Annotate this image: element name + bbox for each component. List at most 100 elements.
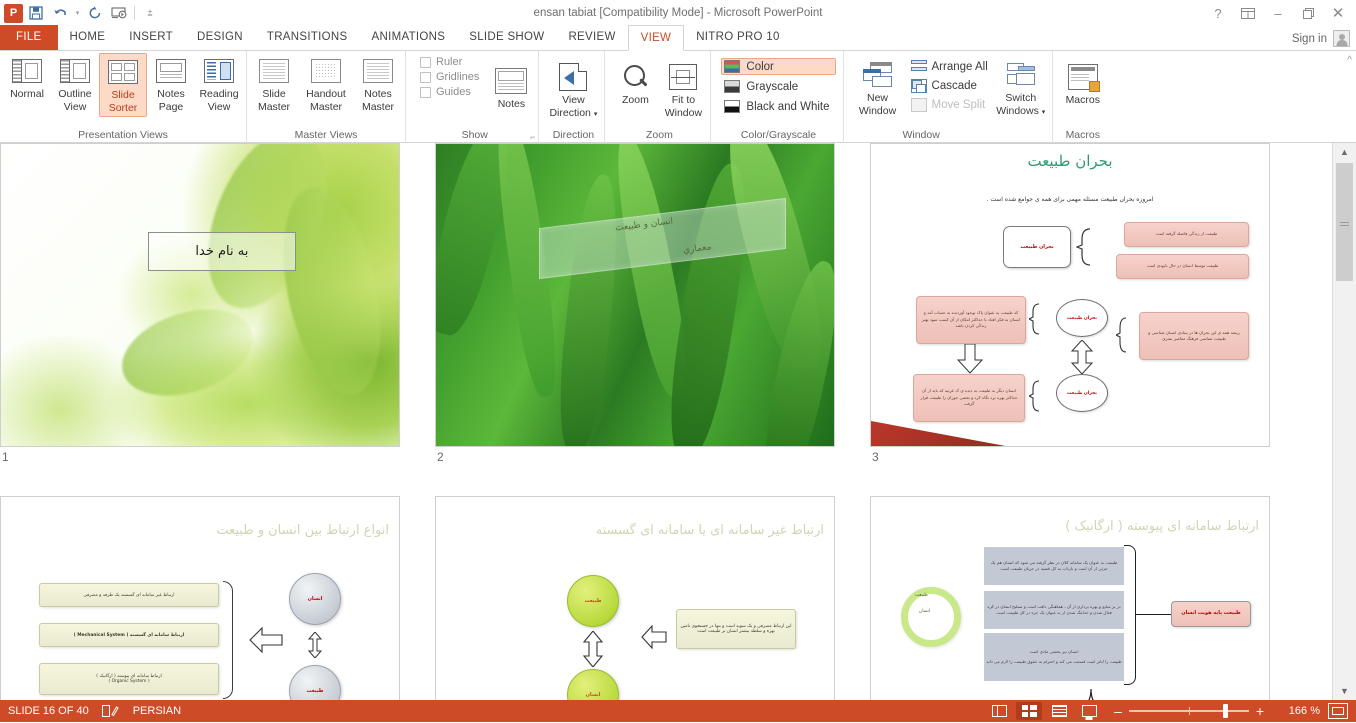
customize-quick-access-toolbar-icon[interactable]: ⩲	[139, 3, 161, 24]
slide-4-circle-nature-text: طبیعت	[306, 688, 324, 694]
slide-thumbnail-4[interactable]: انواع ارتباط بین انسان و طبیعت ارتباط غی…	[0, 496, 400, 700]
zoom-track[interactable]	[1129, 704, 1249, 718]
tab-nitro-pro-10[interactable]: NITRO PRO 10	[684, 25, 791, 50]
collapse-ribbon-icon[interactable]: ^	[1347, 55, 1352, 66]
slide-6-connector-line	[1136, 614, 1172, 616]
zoom-level-label[interactable]: 166 %	[1276, 705, 1320, 717]
scroll-down-button[interactable]: ▼	[1333, 682, 1356, 700]
reading-view-status-button[interactable]	[1046, 702, 1072, 720]
ruler-checkbox-row[interactable]: Ruler	[420, 56, 479, 68]
normal-view-button[interactable]: Normal	[3, 53, 51, 102]
tab-view[interactable]: VIEW	[627, 25, 685, 51]
slide-thumbnail-5[interactable]: ارتباط غیر سامانه ای یا سامانه ای گسسته …	[435, 496, 835, 700]
notes-master-button[interactable]: Notes Master	[354, 53, 402, 115]
slide-6-box-3: انسان نیز بخشی مادی است طبیعت را اباتر ا…	[984, 633, 1124, 681]
slide-2[interactable]: انسان و طبيعت معماري	[435, 143, 835, 447]
zoom-in-button[interactable]: +	[1254, 704, 1266, 718]
chevron-down-icon[interactable]: ▾	[594, 111, 598, 118]
slide-6-donut-inner-label: انسان	[919, 609, 931, 614]
slide-sorter-status-button[interactable]	[1016, 702, 1042, 720]
start-slideshow-icon[interactable]	[108, 3, 130, 24]
cascade-button[interactable]: Cascade	[906, 78, 993, 94]
arrange-all-button[interactable]: Arrange All	[906, 59, 993, 75]
slide-sorter-label2: Sorter	[108, 102, 138, 114]
gridlines-checkbox[interactable]	[420, 71, 431, 83]
zoom-button[interactable]: Zoom	[611, 59, 659, 108]
ribbon-group-show: Ruler Gridlines Guides Notes Show ⌐	[405, 51, 538, 143]
proofing-icon[interactable]	[101, 703, 121, 719]
slide-3-down-arrow	[957, 344, 983, 374]
color-mode-list: Color Grayscale Black and White	[717, 53, 839, 115]
view-direction-button[interactable]: View Direction ▾	[545, 59, 601, 123]
outline-view-button[interactable]: Outline View	[51, 53, 99, 115]
minimize-button[interactable]: –	[1264, 2, 1292, 24]
scrollbar-thumb[interactable]	[1336, 163, 1353, 281]
gridlines-checkbox-row[interactable]: Gridlines	[420, 71, 479, 83]
slide-thumbnail-2[interactable]: انسان و طبيعت معماري 2	[435, 143, 835, 464]
tab-home[interactable]: HOME	[58, 25, 118, 50]
slideshow-status-button[interactable]	[1076, 702, 1102, 720]
save-icon[interactable]	[25, 3, 47, 24]
zoom-slider[interactable]: – +	[1112, 704, 1266, 718]
reading-view-button[interactable]: Reading View	[195, 53, 243, 115]
signin-area[interactable]: Sign in	[1292, 30, 1356, 50]
slide-indicator[interactable]: SLIDE 16 OF 40	[8, 705, 89, 717]
slide-thumbnail-6[interactable]: ارتباط سامانه ای پیوسته ( ارگانیک ) طبیع…	[870, 496, 1270, 700]
ruler-checkbox[interactable]	[420, 56, 431, 68]
undo-dropdown-icon[interactable]: ▾	[73, 3, 82, 24]
slide-6[interactable]: ارتباط سامانه ای پیوسته ( ارگانیک ) طبیع…	[870, 496, 1270, 700]
slide-2-number: 2	[437, 450, 444, 464]
notes-page-button[interactable]: Notes Page	[147, 53, 195, 115]
slide-3[interactable]: بحران طبیعت امروزه بحران طبیعت مسئله مهم…	[870, 143, 1270, 447]
slide-thumbnail-1[interactable]: به نام خدا 1	[0, 143, 400, 464]
restore-button[interactable]	[1294, 2, 1322, 24]
tab-transitions[interactable]: TRANSITIONS	[255, 25, 360, 50]
avatar[interactable]	[1333, 30, 1350, 47]
macros-button[interactable]: Macros	[1059, 59, 1107, 108]
handout-master-button[interactable]: Handout Master	[298, 53, 354, 115]
tab-insert[interactable]: INSERT	[117, 25, 185, 50]
slide-grid: به نام خدا 1 انسان و طبيعت معماري 2 بحرا…	[0, 143, 1332, 700]
new-window-button[interactable]: New Window	[850, 57, 906, 119]
tab-design[interactable]: DESIGN	[185, 25, 255, 50]
group-label-show: Show	[461, 129, 488, 141]
undo-icon[interactable]	[49, 3, 71, 24]
chevron-down-icon-2[interactable]: ▾	[1042, 109, 1046, 116]
vertical-scrollbar[interactable]: ▲ ▼	[1332, 143, 1356, 700]
slide-6-donut	[901, 587, 961, 647]
help-icon[interactable]: ?	[1204, 2, 1232, 24]
slide-3-right-box-2: طبیعت توسط انسان در حال نابودی است	[1116, 254, 1249, 279]
fit-slide-to-window-button[interactable]	[1328, 703, 1348, 719]
zoom-out-button[interactable]: –	[1112, 704, 1124, 718]
tab-slide-show[interactable]: SLIDE SHOW	[457, 25, 556, 50]
zoom-thumb[interactable]	[1222, 704, 1228, 718]
color-mode-grayscale[interactable]: Grayscale	[721, 78, 835, 95]
slide-4[interactable]: انواع ارتباط بین انسان و طبیعت ارتباط غی…	[0, 496, 400, 700]
slide-4-circle-nature: طبیعت	[289, 665, 341, 700]
color-mode-black-and-white[interactable]: Black and White	[721, 98, 835, 115]
ribbon-display-options-icon[interactable]	[1234, 2, 1262, 24]
tab-file[interactable]: FILE	[0, 25, 58, 50]
show-dialog-launcher-icon[interactable]: ⌐	[530, 132, 535, 142]
close-button[interactable]: ✕	[1324, 2, 1352, 24]
slide-thumbnail-3[interactable]: بحران طبیعت امروزه بحران طبیعت مسئله مهم…	[870, 143, 1270, 464]
fit-to-window-button[interactable]: Fit to Window	[659, 59, 707, 121]
slide-1[interactable]: به نام خدا	[0, 143, 400, 447]
switch-windows-button[interactable]: Switch Windows ▾	[993, 57, 1049, 121]
notes-button[interactable]: Notes	[487, 63, 535, 112]
guides-checkbox-row[interactable]: Guides	[420, 86, 479, 98]
slide-3-subtitle: امروزه بحران طبیعت مسئله مهمی برای همه ی…	[986, 196, 1154, 203]
group-label-zoom: Zoom	[645, 129, 673, 141]
slide-master-button[interactable]: Slide Master	[250, 53, 298, 115]
color-mode-color[interactable]: Color	[721, 58, 836, 75]
tab-animations[interactable]: ANIMATIONS	[360, 25, 458, 50]
guides-checkbox[interactable]	[420, 86, 431, 98]
scroll-up-button[interactable]: ▲	[1333, 143, 1356, 161]
language-indicator[interactable]: PERSIAN	[133, 705, 181, 717]
slide-5[interactable]: ارتباط غیر سامانه ای یا سامانه ای گسسته …	[435, 496, 835, 700]
normal-view-status-button[interactable]	[986, 702, 1012, 720]
slide-sorter-button[interactable]: Slide Sorter	[99, 53, 147, 117]
tab-review[interactable]: REVIEW	[556, 25, 627, 50]
ribbon: Normal Outline View Slide Sorter Notes P…	[0, 51, 1356, 143]
redo-icon[interactable]	[84, 3, 106, 24]
